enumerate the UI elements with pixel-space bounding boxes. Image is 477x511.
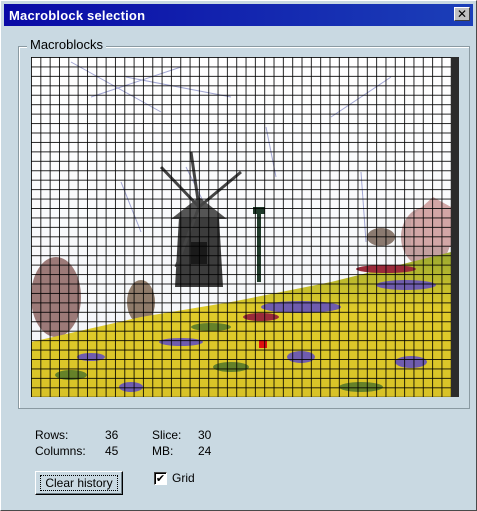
macroblock-grid — [31, 57, 451, 397]
grid-checkbox[interactable]: ✔ — [154, 472, 167, 485]
slice-label: Slice: — [152, 428, 182, 442]
checkmark-icon: ✔ — [155, 472, 166, 485]
macroblock-canvas[interactable] — [31, 57, 451, 397]
rows-value: 36 — [105, 428, 119, 442]
slice-value: 30 — [198, 428, 212, 442]
grid-checkbox-label[interactable]: Grid — [172, 471, 195, 485]
image-border-strip — [451, 57, 459, 397]
macroblock-selection-dialog: Macroblock selection ✕ Macroblocks Rows:… — [0, 0, 477, 511]
close-icon[interactable]: ✕ — [454, 7, 470, 21]
focus-rectangle — [40, 475, 118, 491]
columns-value: 45 — [105, 444, 119, 458]
title-bar[interactable]: Macroblock selection ✕ — [4, 4, 473, 26]
mb-label: MB: — [152, 444, 174, 458]
rows-label: Rows: — [35, 428, 69, 442]
mb-value: 24 — [198, 444, 212, 458]
clear-history-button[interactable]: Clear history — [35, 471, 123, 495]
groupbox-label: Macroblocks — [27, 37, 106, 52]
columns-label: Columns: — [35, 444, 86, 458]
window-title: Macroblock selection — [9, 8, 146, 23]
